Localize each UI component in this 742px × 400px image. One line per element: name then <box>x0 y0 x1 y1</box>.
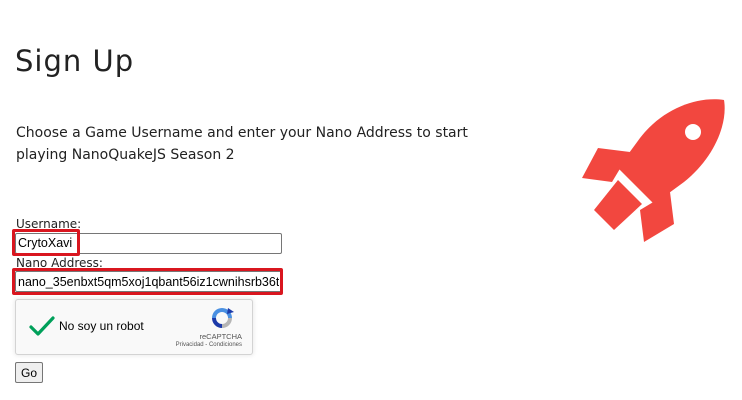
username-field-wrap <box>12 229 315 256</box>
nano-address-input[interactable] <box>15 271 282 292</box>
rocket-icon <box>582 99 725 242</box>
nano-address-label: Nano Address: <box>16 255 103 270</box>
page-title: Sign Up <box>15 44 135 78</box>
signup-page: Sign Up Choose a Game Username and enter… <box>0 0 742 400</box>
recaptcha-widget: No soy un robot reCAPTCHA Privacidad - C… <box>15 299 253 355</box>
recaptcha-terms-link[interactable]: Condiciones <box>209 342 242 348</box>
username-input[interactable] <box>15 232 282 254</box>
recaptcha-brand: reCAPTCHA <box>199 332 242 341</box>
nano-field-wrap <box>12 267 315 295</box>
intro-text: Choose a Game Username and enter your Na… <box>16 125 468 163</box>
checkmark-icon[interactable] <box>28 314 56 338</box>
signup-form: Username: Nano Address: No soy un robot … <box>12 217 315 383</box>
recaptcha-links: Privacidad - Condiciones <box>176 342 242 348</box>
recaptcha-logo-icon <box>212 308 234 328</box>
recaptcha-label: No soy un robot <box>59 319 144 333</box>
username-label: Username: <box>16 217 82 231</box>
go-button[interactable]: Go <box>15 362 43 383</box>
recaptcha-privacy-link[interactable]: Privacidad <box>176 342 204 348</box>
